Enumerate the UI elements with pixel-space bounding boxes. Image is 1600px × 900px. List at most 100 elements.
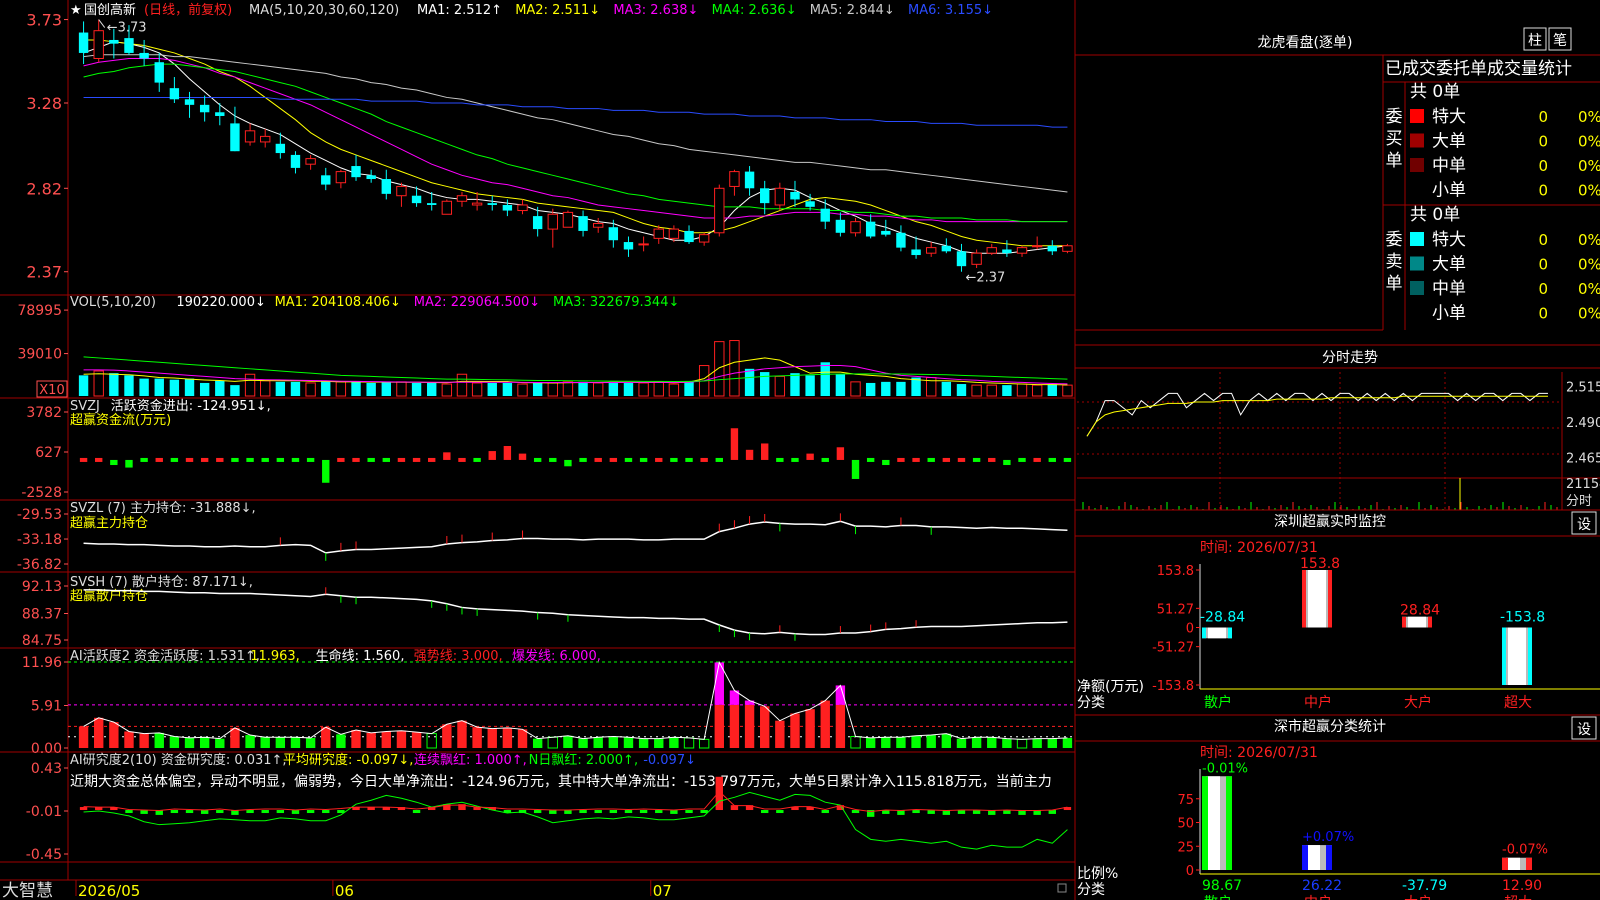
monitor-x-label: 分类 [1077, 695, 1105, 711]
activity-bar [578, 738, 588, 748]
flow-bar [730, 428, 739, 460]
activity-bar [593, 737, 603, 748]
volume-bar [124, 375, 134, 396]
order-side-label: 单 [1386, 274, 1403, 294]
order-row-name: 小单 [1432, 304, 1466, 324]
research-bar [685, 810, 693, 814]
flow-bar [1003, 459, 1011, 466]
candle-body [93, 30, 104, 59]
flow-bar [155, 457, 163, 462]
candle-body [956, 251, 967, 267]
research-bar [140, 810, 148, 814]
research-bar [185, 810, 194, 814]
order-row-value: 0 [1538, 108, 1548, 126]
research-header-value: -0.097↓ [643, 753, 696, 768]
flow-bar [776, 457, 784, 462]
volume-unit-badge: X10 [39, 383, 64, 398]
flow-bar [761, 443, 769, 460]
monitor-bar-edge [1302, 845, 1308, 870]
candle-body [608, 227, 619, 241]
order-color-swatch [1410, 158, 1424, 172]
flow-tick-label: 627 [35, 445, 62, 461]
candle-body [427, 203, 437, 205]
activity-bar [1032, 738, 1042, 748]
volume-bar [1002, 385, 1012, 396]
ma-value: MA1: 2.512↑ [417, 3, 502, 18]
volume-bar [517, 383, 528, 397]
activity-bar [290, 737, 301, 748]
volume-bar [941, 381, 952, 396]
flow-bar [972, 457, 981, 462]
monitor-y-tick-label: -51.27 [1152, 641, 1194, 656]
candle-body [805, 201, 815, 207]
activity-bar [790, 713, 800, 748]
flow-bar [912, 457, 920, 462]
activity-bar [396, 730, 407, 748]
candle-body [744, 171, 755, 189]
order-row-pct: 0% [1578, 182, 1600, 200]
volume-tick-label: 39010 [17, 347, 62, 363]
activity-tick-label: 5.91 [31, 699, 62, 715]
activity-bar [154, 732, 164, 748]
research-bar [851, 810, 860, 814]
research-bar [79, 807, 88, 811]
volume-header-value: MA2: 229064.500↓ [414, 295, 540, 310]
candle-body [124, 38, 134, 53]
research-bar [200, 810, 209, 814]
activity-bar [911, 735, 921, 748]
order-row-value: 0 [1538, 231, 1548, 249]
volume-bar [562, 381, 574, 397]
research-bar [306, 810, 315, 814]
volume-bar [230, 385, 240, 396]
volume-bar [411, 382, 422, 396]
svsh-tick-label: 84.75 [22, 633, 62, 649]
candle-body [1062, 245, 1073, 252]
flow-bar [352, 457, 360, 462]
volume-bar [154, 378, 164, 396]
research-bar [549, 810, 557, 814]
monitor-category-label: 散户 [1204, 694, 1232, 711]
monitor-y-tick-label: 75 [1177, 793, 1194, 808]
activity-bar [502, 727, 513, 748]
candle-body [1016, 247, 1028, 254]
order-row-value: 0 [1538, 256, 1548, 274]
volume-bar [199, 382, 210, 396]
activity-bar [78, 726, 89, 748]
candle-body [684, 230, 694, 243]
high-annotation: ←3.73 [107, 21, 147, 36]
volume-bar [608, 381, 619, 396]
flow-bar [488, 451, 496, 460]
activity-bar [336, 734, 346, 748]
candle-body [896, 232, 906, 248]
candle-body [517, 204, 528, 212]
candle-body [941, 245, 952, 252]
flow-bar [745, 449, 754, 460]
activity-bar [760, 706, 770, 748]
order-count: 共 0单 [1410, 82, 1460, 102]
flow-bar [125, 459, 133, 468]
candle-body [139, 52, 149, 59]
activity-tick-label: 11.96 [22, 655, 62, 671]
flow-bar [882, 459, 890, 466]
candle-body [396, 185, 407, 197]
candle-body [411, 195, 422, 204]
activity-bar [124, 731, 134, 748]
ma-label: MA(5,10,20,30,60,120) [249, 3, 399, 18]
monitor-bar-edge [1228, 627, 1232, 639]
candle-body [154, 62, 164, 83]
volume-bar [244, 373, 256, 397]
monitor-x-label: 分类 [1077, 882, 1105, 898]
order-color-swatch [1410, 133, 1424, 148]
volume-bar [623, 382, 634, 396]
volume-bar [668, 383, 680, 397]
activity-bar [94, 717, 104, 748]
candle-body [911, 249, 921, 256]
flow-bar [639, 457, 648, 462]
order-side-label: 委 [1386, 230, 1403, 250]
flow-bar [428, 457, 436, 462]
flow-tick-label: 3782 [26, 405, 62, 421]
flow-bar [791, 457, 799, 462]
flow-bar [1048, 457, 1056, 462]
monitor-title: 深圳超赢实时监控 [1274, 513, 1386, 530]
flow-bar [957, 457, 966, 462]
